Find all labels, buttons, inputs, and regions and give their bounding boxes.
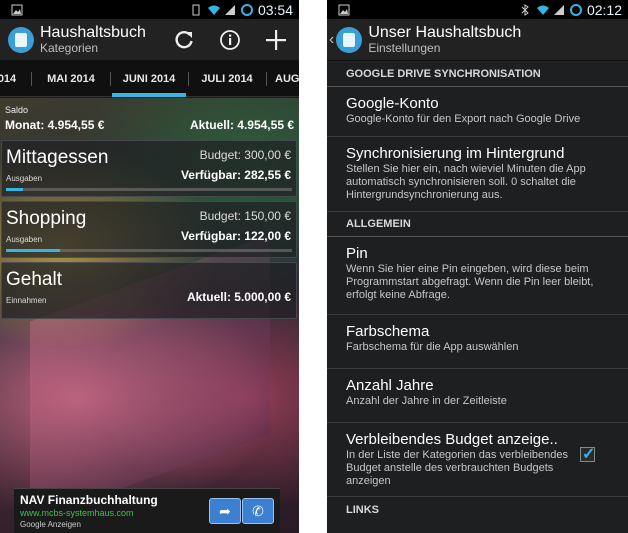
category-card-gehalt[interactable]: Gehalt Einnahmen Aktuell: 5.000,00 €: [1, 262, 297, 319]
pref-title: Anzahl Jahre: [346, 377, 434, 394]
pref-google-account[interactable]: Google-Konto Google-Konto für den Export…: [327, 87, 628, 137]
pref-summary: In der Liste der Kategorien das verbleib…: [346, 449, 568, 487]
add-button[interactable]: [253, 19, 299, 61]
pref-summary: Google-Konto für den Export nach Google …: [346, 113, 581, 125]
app-title: Haushaltsbuch: [40, 23, 146, 41]
plus-icon: [266, 29, 286, 50]
wifi-icon: [536, 4, 549, 16]
category-name: Mittagessen: [6, 147, 109, 168]
bluetooth-icon: [519, 3, 531, 16]
budget-progress-bar: [6, 249, 292, 252]
section-header-general: ALLGEMEIN: [327, 212, 628, 237]
category-card-mittagessen[interactable]: Mittagessen Ausgaben Budget: 300,00 € Ve…: [1, 140, 297, 197]
category-type: Ausgaben: [6, 235, 43, 244]
screen-subtitle: Einstellungen: [368, 40, 441, 55]
saldo-current: Aktuell: 4.954,55 €: [189, 118, 294, 132]
pref-color-scheme[interactable]: Farbschema Farbschema für die App auswäh…: [327, 315, 628, 369]
pref-title: Farbschema: [346, 323, 430, 340]
tab-juli[interactable]: JULI 2014: [197, 61, 257, 97]
signal-icon: [224, 4, 236, 16]
phone-icon: ✆: [252, 502, 264, 519]
month-tabs: 014 MAI 2014 JUNI 2014 JULI 2014 AUG: [0, 61, 299, 97]
category-current: Aktuell: 5.000,00 €: [186, 290, 291, 304]
battery-icon: [569, 3, 582, 16]
category-type: Einnahmen: [6, 296, 47, 305]
left-screen: 03:54 Haushaltsbuch Kategorien 014 MAI 2…: [0, 0, 299, 533]
signal-icon: [553, 4, 565, 16]
share-arrow-icon: ➦: [219, 502, 231, 519]
ad-banner[interactable]: NAV Finanzbuchhaltung www.mcbs-systemhau…: [14, 488, 280, 533]
section-header-sync: GOOGLE DRIVE SYNCHRONISATION: [327, 62, 628, 87]
category-card-shopping[interactable]: Shopping Ausgaben Budget: 150,00 € Verfü…: [1, 201, 297, 258]
action-bar: Haushaltsbuch Kategorien: [0, 19, 299, 61]
back-chevron-icon[interactable]: ‹: [329, 31, 334, 49]
refresh-button[interactable]: [161, 19, 207, 61]
saldo-summary: Saldo Monat: 4.954,55 € Aktuell: 4.954,5…: [0, 101, 299, 136]
budget-progress-bar: [6, 188, 292, 191]
pref-title: Verbleibendes Budget anzeige..: [346, 431, 558, 448]
status-bar: 03:54: [0, 0, 299, 19]
image-notification-icon: [338, 4, 350, 16]
app-icon[interactable]: [8, 26, 34, 53]
battery-icon: [240, 3, 253, 16]
pref-background-sync[interactable]: Synchronisierung im Hintergrund Stellen …: [327, 137, 628, 212]
tab-juni[interactable]: JUNI 2014: [112, 61, 186, 97]
app-icon[interactable]: [336, 26, 363, 53]
category-available: Verfügbar: 282,55 €: [180, 168, 291, 182]
category-available: Verfügbar: 122,00 €: [180, 229, 291, 243]
pref-remaining-budget[interactable]: Verbleibendes Budget anzeige.. In der Li…: [327, 423, 628, 497]
pref-summary: Anzahl der Jahre in der Zeitleiste: [346, 395, 507, 407]
category-type: Ausgaben: [6, 174, 43, 183]
saldo-label: Saldo: [5, 105, 29, 115]
category-budget: Budget: 300,00 €: [199, 148, 291, 162]
ad-label: Google Anzeigen: [20, 520, 81, 529]
pref-summary: Wenn Sie hier eine Pin eingeben, wird di…: [346, 263, 594, 301]
right-screen: 02:12 ‹ Unser Haushaltsbuch Einstellunge…: [327, 0, 628, 533]
category-name: Shopping: [6, 208, 87, 229]
ad-call-button[interactable]: ✆: [242, 498, 274, 524]
tab-august[interactable]: AUG: [275, 61, 299, 97]
settings-list: GOOGLE DRIVE SYNCHRONISATION Google-Kont…: [327, 62, 628, 522]
category-budget: Budget: 150,00 €: [199, 209, 291, 223]
status-time: 02:12: [586, 1, 622, 18]
remaining-budget-checkbox[interactable]: [580, 444, 595, 464]
vibrate-icon: [190, 4, 202, 16]
category-name: Gehalt: [6, 269, 62, 290]
pref-summary: Farbschema für die App auswählen: [346, 341, 519, 353]
tab-mai[interactable]: MAI 2014: [40, 61, 102, 97]
pref-pin[interactable]: Pin Wenn Sie hier eine Pin eingeben, wir…: [327, 237, 628, 315]
pref-title: Synchronisierung im Hintergrund: [346, 145, 565, 162]
screen-subtitle: Kategorien: [40, 40, 99, 55]
tab-april[interactable]: 014: [0, 61, 18, 97]
status-time: 03:54: [257, 1, 293, 18]
info-icon: [220, 29, 240, 50]
app-title: Unser Haushaltsbuch: [368, 23, 522, 41]
ad-share-button[interactable]: ➦: [209, 498, 241, 524]
section-header-links: LINKS: [346, 503, 379, 516]
pref-years[interactable]: Anzahl Jahre Anzahl der Jahre in der Zei…: [327, 369, 628, 423]
image-notification-icon: [11, 4, 23, 16]
saldo-month: Monat: 4.954,55 €: [5, 118, 105, 132]
pref-title: Pin: [346, 245, 368, 262]
pref-title: Google-Konto: [346, 95, 439, 112]
info-button[interactable]: [207, 19, 253, 61]
status-bar: 02:12: [327, 0, 628, 19]
pref-summary: Stellen Sie hier ein, nach wieviel Minut…: [346, 163, 586, 201]
ad-title: NAV Finanzbuchhaltung: [20, 493, 158, 507]
refresh-icon: [175, 30, 193, 48]
wifi-icon: [207, 4, 220, 16]
action-bar: ‹ Unser Haushaltsbuch Einstellungen: [327, 19, 628, 61]
ad-url[interactable]: www.mcbs-systemhaus.com: [20, 508, 134, 518]
